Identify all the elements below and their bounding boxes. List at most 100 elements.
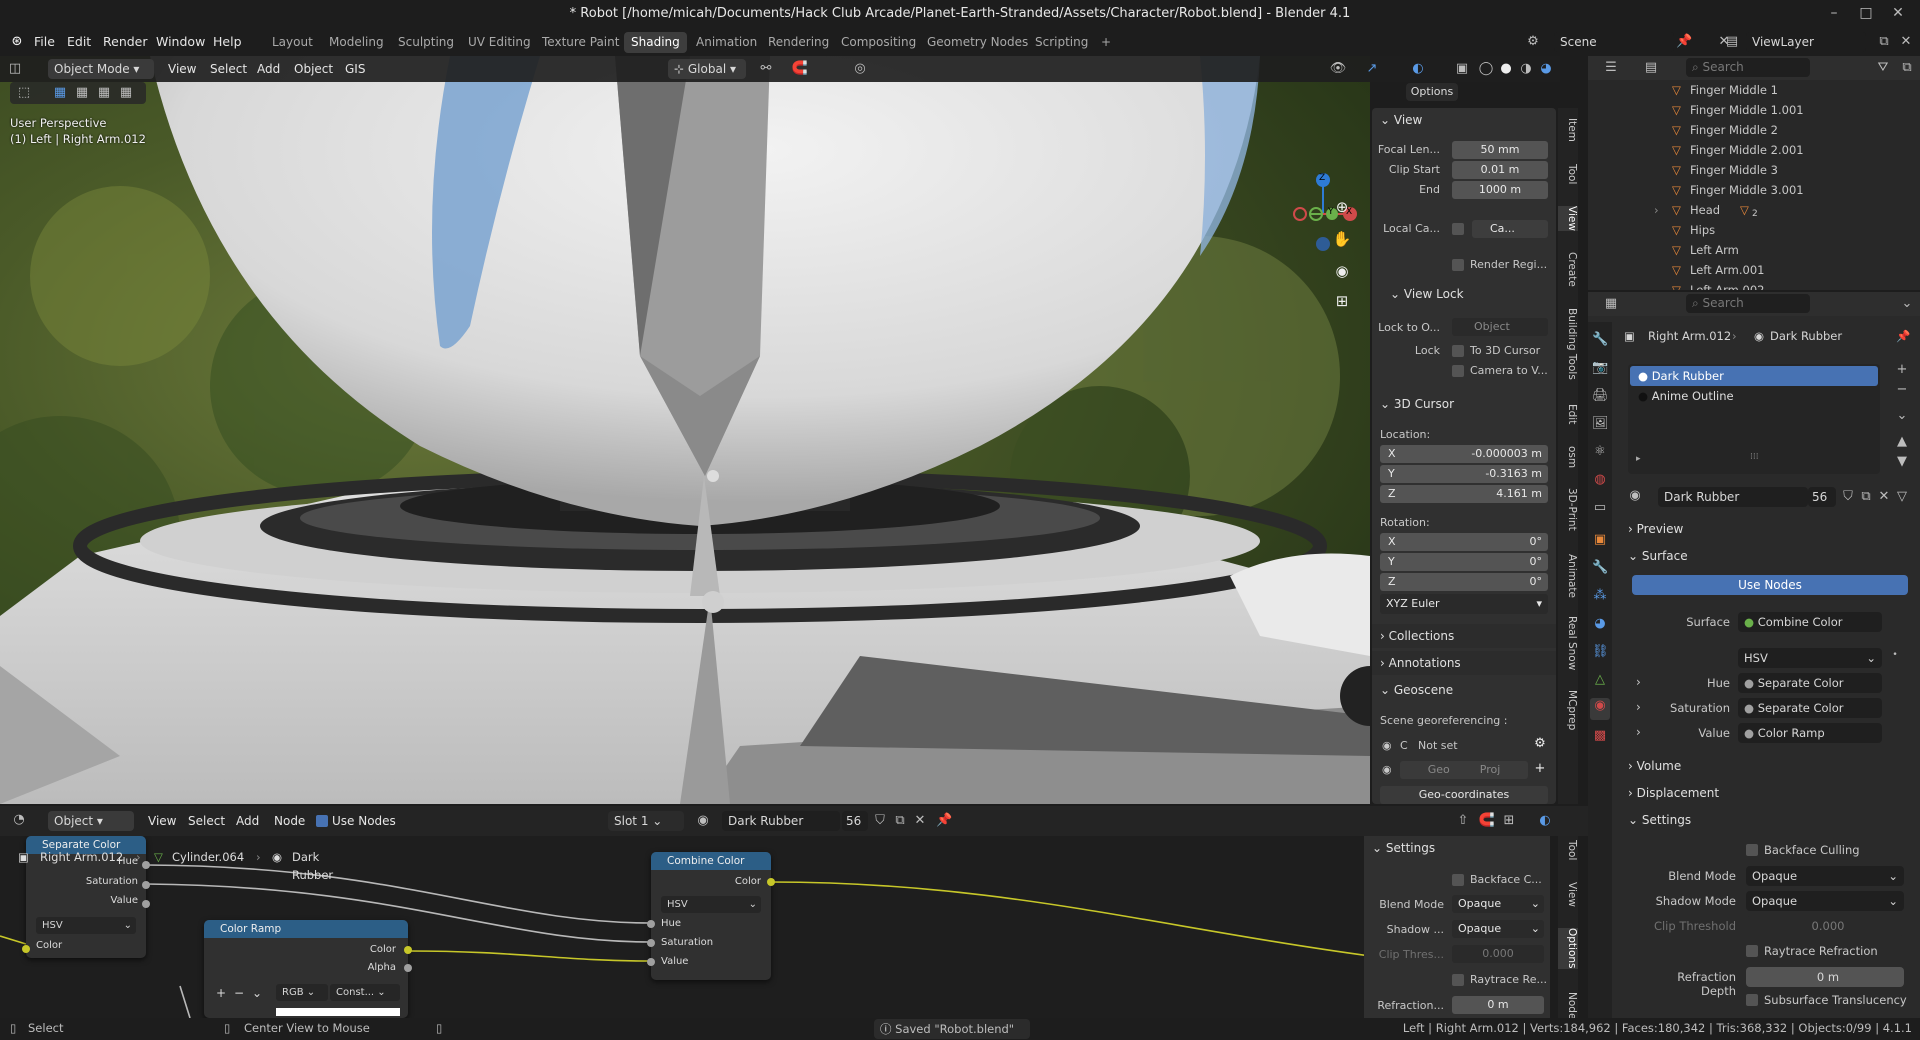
material-name-field[interactable]: Dark Rubber [1658, 487, 1808, 507]
render-region-checkbox[interactable] [1452, 259, 1464, 271]
outliner-row[interactable]: ▽ Finger Middle 1.001 [1588, 100, 1920, 120]
node-snap-target-icon[interactable]: ⊞ [1500, 813, 1518, 828]
node-unlink-icon[interactable]: ✕ [912, 813, 928, 828]
socket[interactable] [142, 881, 150, 889]
tab-uv-editing[interactable]: UV Editing [461, 32, 538, 53]
menu-file[interactable]: File [34, 33, 55, 51]
outliner-row[interactable]: ▽ Left Arm [1588, 240, 1920, 260]
outliner-row[interactable]: ▽ Finger Middle 2 [1588, 120, 1920, 140]
tab-view[interactable]: View [1558, 206, 1578, 231]
material-slot-dark-rubber[interactable]: ● Dark Rubber [1630, 366, 1878, 386]
tab-tool[interactable]: Tool [1558, 164, 1578, 184]
node-material-browse-icon[interactable]: ◉ [694, 813, 712, 828]
cursor-location-z[interactable]: Z 4.161 m [1380, 485, 1548, 503]
3d-viewport[interactable]: User Perspective (1) Left | Right Arm.01… [0, 56, 1370, 804]
raytrace-refraction-checkbox[interactable] [1746, 945, 1758, 957]
editor-type-icon[interactable]: ◫ [6, 61, 24, 76]
tab-sculpting[interactable]: Sculpting [391, 32, 461, 53]
material-tab-icon[interactable]: ◉ [1590, 698, 1610, 720]
scene-icon[interactable]: ⚙ [1524, 34, 1542, 49]
tab-scripting[interactable]: Scripting [1028, 32, 1095, 53]
material-shading-icon[interactable]: ◑ [1516, 61, 1536, 76]
tab-geometry-nodes[interactable]: Geometry Nodes [920, 32, 1035, 53]
socket[interactable] [647, 958, 655, 966]
rotation-mode-select[interactable]: XYZ Euler ▾ [1380, 594, 1548, 614]
socket[interactable] [404, 964, 412, 972]
properties-options-icon[interactable]: ⌄ [1898, 296, 1916, 311]
menu-help[interactable]: Help [213, 33, 242, 51]
view-layer-tab-icon[interactable]: 🖼 [1592, 416, 1609, 431]
overlays-icon[interactable]: ◐ [1408, 61, 1428, 76]
menu-edit[interactable]: Edit [67, 33, 91, 51]
slot-select[interactable]: Slot 1 ⌄ [608, 811, 684, 831]
node-menu-node[interactable]: Node [274, 812, 305, 830]
node-shadow-select[interactable]: Opaque ⌄ [1452, 920, 1544, 938]
view-lock-header[interactable]: ⌄ View Lock [1372, 282, 1556, 306]
cursor-rotation-y[interactable]: Y 0° [1380, 553, 1548, 571]
zoom-icon[interactable]: ⊕ [1332, 198, 1352, 216]
geoscene-header[interactable]: ⌄ Geoscene [1372, 678, 1556, 702]
material-users-count[interactable]: 56 [1808, 487, 1836, 507]
world-tab-icon[interactable]: ◍ [1592, 472, 1608, 487]
color-ramp-node[interactable]: Color Ramp Color Alpha + − ⌄ RGB ⌄ Const… [204, 920, 412, 1018]
cursor-tool-icon[interactable]: ⬚ [16, 85, 32, 100]
node-refraction-field[interactable]: 0 m [1452, 996, 1544, 1014]
lock-object-field[interactable]: Object [1452, 318, 1548, 336]
outliner-row[interactable]: ▽ Hips [1588, 220, 1920, 240]
add-slot-icon[interactable]: + [1894, 362, 1910, 377]
shader-type-select[interactable]: Object ▾ [48, 811, 134, 831]
fake-user-shield-icon[interactable]: ⛉ [1840, 489, 1856, 504]
ramp-menu-icon[interactable]: ⌄ [252, 986, 262, 1000]
shadow-mode-select[interactable]: Opaque ⌄ [1746, 891, 1904, 911]
snap-icon[interactable]: 🧲 [790, 61, 810, 76]
geo-radio-icon[interactable]: ◉ [1382, 763, 1392, 776]
tab-modeling[interactable]: Modeling [322, 32, 391, 53]
node-tab-node[interactable]: Node [1558, 992, 1578, 1019]
socket[interactable] [647, 939, 655, 947]
proportional-edit-icon[interactable]: ◎ [850, 61, 870, 76]
rendered-shading-icon[interactable]: ◕ [1536, 61, 1556, 76]
navigation-gizmo[interactable]: Z Y X [1276, 116, 1366, 256]
select-subtract-icon[interactable]: ▦ [96, 85, 112, 100]
proj-button[interactable]: Proj [1480, 763, 1501, 776]
node-menu-view[interactable]: View [148, 812, 176, 830]
viewport-menu-select[interactable]: Select [210, 60, 247, 78]
viewport-menu-add[interactable]: Add [257, 60, 280, 78]
displacement-panel-header[interactable]: › Displacement [1628, 782, 1912, 804]
georef-settings-gear-icon[interactable]: ⚙ [1532, 736, 1548, 751]
tab-animation[interactable]: Animation [689, 32, 764, 53]
node-menu-add[interactable]: Add [236, 812, 259, 830]
animate-dot-icon[interactable]: • [1890, 650, 1900, 660]
node-material-name[interactable]: Dark Rubber [722, 811, 840, 831]
data-tab-icon[interactable]: △ [1592, 672, 1608, 687]
socket[interactable] [767, 878, 775, 886]
output-tab-icon[interactable]: 🖨 [1592, 388, 1609, 403]
tool-tab-icon[interactable]: 🔧 [1592, 332, 1608, 347]
geo-button[interactable]: Geo [1428, 763, 1450, 776]
gizmo-toggle-icon[interactable]: ↗ [1362, 61, 1382, 76]
volume-panel-header[interactable]: › Volume [1628, 755, 1912, 777]
node-material-users[interactable]: 56 [842, 811, 868, 831]
geo-coordinates-button[interactable]: Geo-coordinates [1380, 786, 1548, 804]
physics-tab-icon[interactable]: ◕ [1592, 616, 1608, 631]
particles-tab-icon[interactable]: ⁂ [1592, 588, 1608, 603]
outliner-search[interactable]: ⌕ Search [1686, 58, 1810, 77]
clip-end-field[interactable]: 1000 m [1452, 181, 1548, 199]
pin-icon[interactable]: 📌 [1896, 326, 1910, 346]
view-panel-header[interactable]: ⌄ View [1372, 108, 1556, 132]
outliner-editor-icon[interactable]: ☰ [1602, 60, 1620, 75]
remove-slot-icon[interactable]: − [1894, 382, 1910, 397]
node-tab-view[interactable]: View [1558, 882, 1578, 907]
select-new-icon[interactable]: ▦ [52, 85, 68, 100]
refraction-depth-field[interactable]: 0 m [1746, 967, 1904, 987]
material-browse-icon[interactable]: ◉ [1626, 488, 1644, 503]
3d-cursor-header[interactable]: ⌄ 3D Cursor [1372, 392, 1556, 416]
cursor-location-y[interactable]: Y -0.3163 m [1380, 465, 1548, 483]
add-workspace-button[interactable]: + [1094, 32, 1118, 53]
constraints-tab-icon[interactable]: ⛓ [1592, 644, 1609, 659]
display-mode-icon[interactable]: ▤ [1642, 60, 1660, 75]
use-nodes-checkbox[interactable] [316, 815, 328, 827]
outliner-row[interactable]: ▽ Finger Middle 2.001 [1588, 140, 1920, 160]
parent-node-tree-icon[interactable]: ⇧ [1454, 813, 1472, 828]
outliner-row[interactable]: ▽ Left Arm.001 [1588, 260, 1920, 280]
